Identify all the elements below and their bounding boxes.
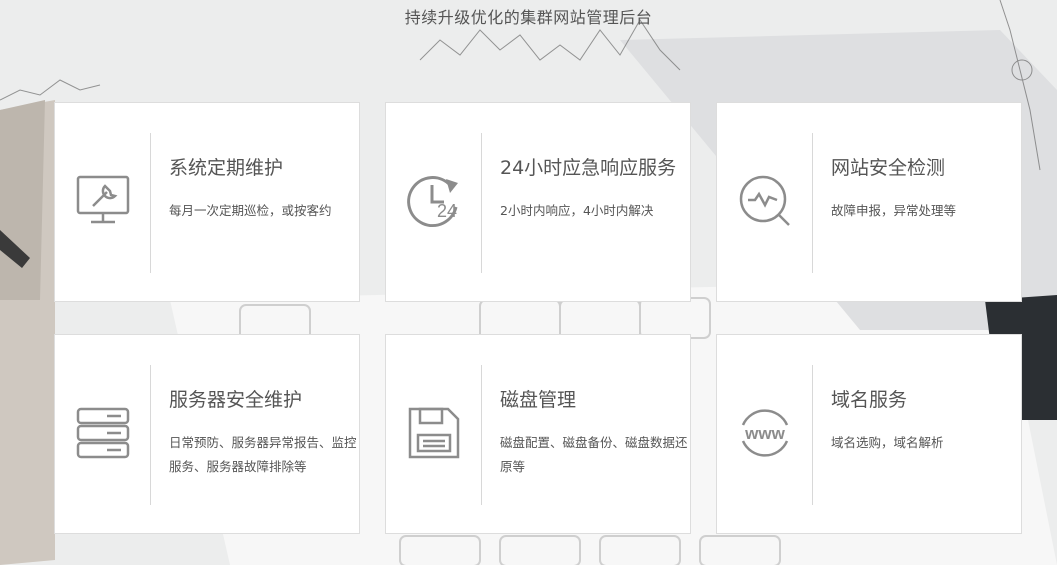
card-description: 2小时内响应，4小时内解决 — [500, 203, 654, 218]
card-description: 域名选购，域名解析 — [831, 435, 944, 450]
www-globe-icon: www — [741, 409, 789, 457]
card-divider — [150, 133, 151, 273]
card-title: 服务器安全维护 — [169, 389, 303, 411]
card-title: 24小时应急响应服务 — [500, 157, 677, 179]
service-card-domain-service[interactable]: www 域名服务 域名选购，域名解析 — [716, 334, 1022, 534]
card-divider — [812, 365, 813, 505]
card-divider — [150, 365, 151, 505]
service-card-disk-management[interactable]: 磁盘管理 磁盘配置、磁盘备份、磁盘数据还原等 — [385, 334, 691, 534]
monitor-wrench-icon — [76, 175, 130, 224]
service-card-system-maintenance[interactable]: 系统定期维护 每月一次定期巡检，或按客约 — [54, 102, 360, 302]
page-title: 持续升级优化的集群网站管理后台 — [404, 8, 653, 27]
card-description: 日常预防、服务器异常报告、监控服务、服务器故障排除等 — [169, 435, 357, 474]
service-card-emergency-response[interactable]: 24 24小时应急响应服务 2小时内响应，4小时内解决 — [385, 102, 691, 302]
server-rack-icon — [76, 407, 130, 459]
service-card-server-security[interactable]: 服务器安全维护 日常预防、服务器异常报告、监控服务、服务器故障排除等 — [54, 334, 360, 534]
card-title: 网站安全检测 — [831, 157, 946, 179]
service-card-security-check[interactable]: 网站安全检测 故障申报，异常处理等 — [716, 102, 1022, 302]
card-title: 系统定期维护 — [169, 157, 284, 179]
clock-24-label: 24 — [437, 201, 457, 221]
card-divider — [481, 365, 482, 505]
card-divider — [481, 133, 482, 273]
card-title: 域名服务 — [831, 389, 908, 411]
www-label: www — [744, 424, 785, 443]
security-scan-icon — [739, 175, 790, 226]
card-description: 每月一次定期巡检，或按客约 — [169, 203, 332, 218]
floppy-disk-icon — [408, 407, 460, 459]
card-description: 磁盘配置、磁盘备份、磁盘数据还原等 — [500, 435, 688, 474]
clock-24-icon: 24 — [407, 176, 458, 228]
card-divider — [812, 133, 813, 273]
card-title: 磁盘管理 — [500, 389, 577, 411]
card-description: 故障申报，异常处理等 — [831, 203, 957, 218]
